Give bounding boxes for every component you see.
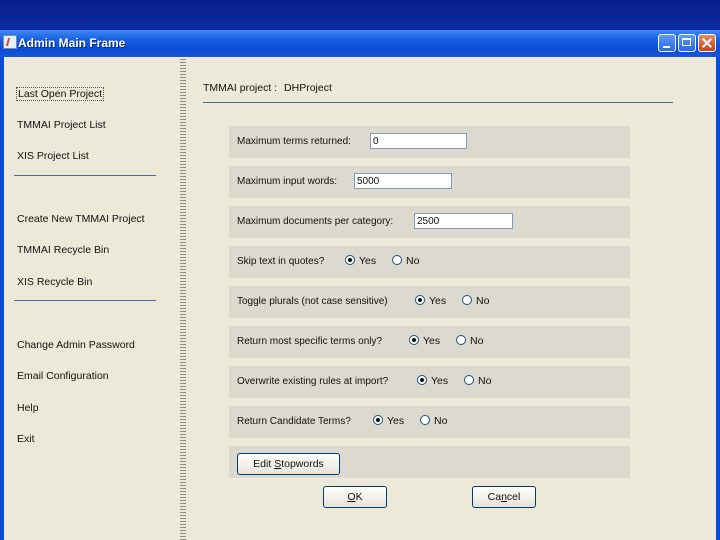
sidebar-item-exit[interactable]: Exit <box>17 433 35 445</box>
max-docs-per-category-label: Maximum documents per category: <box>237 216 394 227</box>
max-input-words-label: Maximum input words: <box>237 176 338 187</box>
overwrite-rules-no-radio[interactable]: No <box>464 375 491 389</box>
project-header-divider <box>203 102 673 103</box>
sidebar-item-last-open-project[interactable]: Last Open Project <box>16 87 105 101</box>
maximize-icon[interactable] <box>678 34 696 52</box>
specific-terms-row: Return most specific terms only? Yes No <box>229 326 630 358</box>
minimize-icon[interactable] <box>658 34 676 52</box>
window-title: Admin Main Frame <box>18 36 126 50</box>
skip-quotes-no-radio[interactable]: No <box>392 255 419 269</box>
overwrite-rules-label: Overwrite existing rules at import? <box>237 376 389 387</box>
max-input-words-row: Maximum input words: <box>229 166 630 198</box>
radio-empty-icon <box>464 375 474 385</box>
toggle-plurals-yes-radio[interactable]: Yes <box>415 295 446 309</box>
radio-empty-icon <box>462 295 472 305</box>
max-docs-per-category-input[interactable] <box>414 213 513 229</box>
cancel-button[interactable]: Cancel <box>472 486 536 508</box>
project-label: TMMAI project : <box>203 82 278 94</box>
sidebar-item-xis-recycle-bin[interactable]: XIS Recycle Bin <box>17 276 92 288</box>
split-pane-divider[interactable] <box>180 57 186 540</box>
close-icon[interactable] <box>698 34 716 52</box>
overwrite-rules-row: Overwrite existing rules at import? Yes … <box>229 366 630 398</box>
radio-selected-icon <box>415 295 425 305</box>
sidebar-item-tmmai-project-list[interactable]: TMMAI Project List <box>17 119 106 131</box>
radio-selected-icon <box>409 335 419 345</box>
sidebar-divider <box>14 175 156 176</box>
candidate-terms-label: Return Candidate Terms? <box>237 416 351 427</box>
sidebar: Last Open Project TMMAI Project List XIS… <box>4 57 180 540</box>
radio-empty-icon <box>456 335 466 345</box>
max-terms-row: Maximum terms returned: <box>229 126 630 158</box>
edit-stopwords-row: Edit Stopwords <box>229 446 630 478</box>
sidebar-item-tmmai-recycle-bin[interactable]: TMMAI Recycle Bin <box>17 244 109 256</box>
sidebar-item-change-admin-password[interactable]: Change Admin Password <box>17 339 135 351</box>
skip-quotes-label: Skip text in quotes? <box>237 256 325 267</box>
specific-terms-no-radio[interactable]: No <box>456 335 483 349</box>
project-header: TMMAI project : DHProject <box>203 82 332 94</box>
sidebar-item-create-new-tmmai-project[interactable]: Create New TMMAI Project <box>17 213 145 225</box>
candidate-terms-yes-radio[interactable]: Yes <box>373 415 404 429</box>
toggle-plurals-no-radio[interactable]: No <box>462 295 489 309</box>
radio-empty-icon <box>420 415 430 425</box>
window-right-border <box>716 57 720 540</box>
max-terms-input[interactable] <box>370 133 467 149</box>
overwrite-rules-yes-radio[interactable]: Yes <box>417 375 448 389</box>
java-app-icon <box>3 35 17 49</box>
candidate-terms-no-radio[interactable]: No <box>420 415 447 429</box>
max-terms-label: Maximum terms returned: <box>237 136 351 147</box>
radio-empty-icon <box>392 255 402 265</box>
toggle-plurals-label: Toggle plurals (not case sensitive) <box>237 296 388 307</box>
edit-stopwords-button[interactable]: Edit Stopwords <box>237 453 340 475</box>
sidebar-item-xis-project-list[interactable]: XIS Project List <box>17 150 89 162</box>
specific-terms-yes-radio[interactable]: Yes <box>409 335 440 349</box>
sidebar-item-help[interactable]: Help <box>17 402 39 414</box>
max-docs-per-category-row: Maximum documents per category: <box>229 206 630 238</box>
sidebar-item-email-configuration[interactable]: Email Configuration <box>17 370 109 382</box>
skip-quotes-row: Skip text in quotes? Yes No <box>229 246 630 278</box>
specific-terms-label: Return most specific terms only? <box>237 336 383 347</box>
admin-main-frame-window: Admin Main Frame Last Open Project TMMAI… <box>0 30 720 540</box>
title-bar[interactable]: Admin Main Frame <box>0 30 720 57</box>
radio-selected-icon <box>345 255 355 265</box>
client-area: Last Open Project TMMAI Project List XIS… <box>0 57 720 540</box>
sidebar-divider <box>14 300 156 301</box>
radio-selected-icon <box>373 415 383 425</box>
screen-top-band <box>0 0 720 30</box>
ok-button[interactable]: OK <box>323 486 387 508</box>
project-name: DHProject <box>284 82 332 94</box>
candidate-terms-row: Return Candidate Terms? Yes No <box>229 406 630 438</box>
toggle-plurals-row: Toggle plurals (not case sensitive) Yes … <box>229 286 630 318</box>
radio-selected-icon <box>417 375 427 385</box>
max-input-words-input[interactable] <box>354 173 452 189</box>
skip-quotes-yes-radio[interactable]: Yes <box>345 255 376 269</box>
